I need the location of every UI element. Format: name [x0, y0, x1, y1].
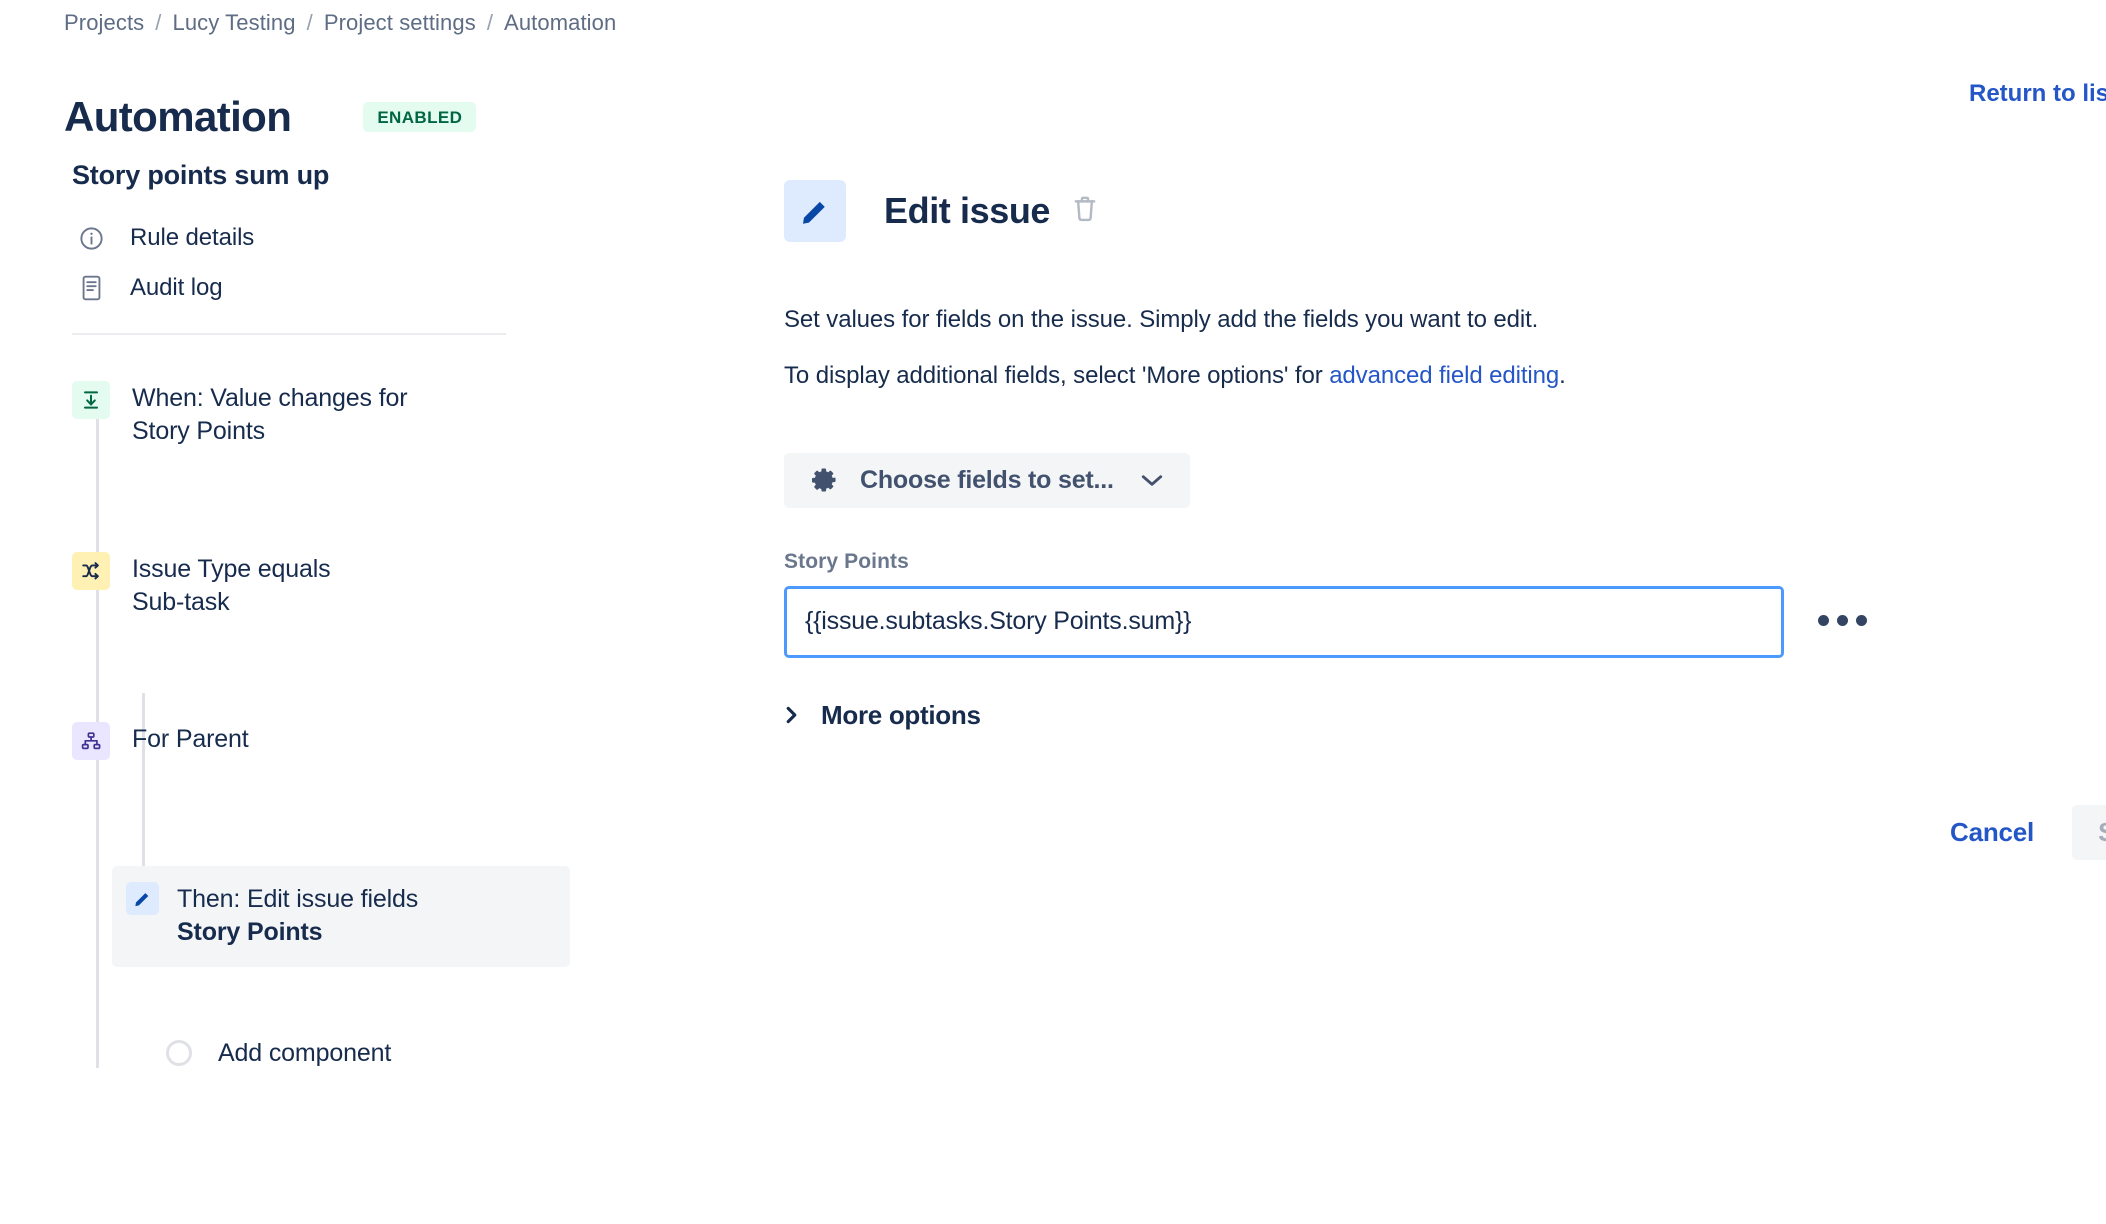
panel-description-prefix: To display additional fields, select 'Mo…	[784, 362, 1330, 390]
panel-action-buttons: Cancel Save	[1940, 805, 2106, 860]
rule-nav-list: Rule details Audit log	[72, 213, 664, 313]
panel-description-suffix: .	[1559, 362, 1566, 390]
breadcrumb-separator: /	[155, 10, 162, 35]
component-detail-panel: Edit issue Set values for fields on the …	[784, 160, 2106, 860]
return-to-list-link[interactable]: Return to list	[1969, 80, 2106, 108]
rule-sidebar: Story points sum up Rule details Audit l…	[64, 160, 664, 1068]
advanced-field-editing-link[interactable]: advanced field editing	[1329, 362, 1559, 389]
info-circle-icon	[72, 223, 110, 253]
sidebar-item-rule-details[interactable]: Rule details	[72, 213, 664, 263]
gear-icon	[810, 466, 838, 494]
hierarchy-branch-icon	[72, 722, 110, 760]
status-badge: ENABLED	[363, 102, 477, 133]
breadcrumb-item-automation: Automation	[504, 10, 617, 35]
tree-node-action-edit-issue-fields[interactable]: Then: Edit issue fields Story Points	[112, 866, 570, 967]
story-points-field-row	[784, 585, 2106, 658]
sidebar-item-audit-log[interactable]: Audit log	[72, 263, 664, 313]
tree-node-title: Issue Type equals	[132, 554, 331, 583]
breadcrumb-item-project[interactable]: Lucy Testing	[173, 10, 296, 36]
tree-node-condition[interactable]: Issue Type equals Sub-task	[64, 546, 664, 625]
breadcrumb: Projects / Lucy Testing / Project settin…	[64, 10, 616, 36]
tree-node-subtitle: Story Points	[132, 417, 265, 445]
field-overflow-menu-button[interactable]	[1808, 608, 1877, 635]
shuffle-arrows-icon	[72, 551, 110, 590]
breadcrumb-separator: /	[306, 10, 313, 35]
trash-icon	[1072, 195, 1098, 226]
cancel-button[interactable]: Cancel	[1940, 809, 2044, 856]
sidebar-divider	[72, 333, 506, 335]
more-options-label: More options	[821, 699, 981, 730]
panel-description-secondary: To display additional fields, select 'Mo…	[784, 360, 2106, 392]
tree-node-subtitle: Sub-task	[132, 587, 230, 616]
tree-node-trigger[interactable]: When: Value changes for Story Points	[64, 375, 664, 454]
rule-name: Story points sum up	[72, 160, 330, 190]
breadcrumb-item-projects[interactable]: Projects	[64, 10, 144, 36]
chevron-down-icon	[1140, 472, 1164, 488]
rule-tree: When: Value changes for Story Points Iss…	[64, 375, 664, 1068]
chevron-right-icon	[784, 704, 799, 726]
add-component-label: Add component	[218, 1038, 392, 1067]
delete-component-button[interactable]	[1072, 195, 1098, 226]
tree-node-branch[interactable]: For Parent	[64, 716, 664, 766]
sidebar-item-label: Audit log	[130, 274, 223, 301]
choose-fields-dropdown[interactable]: Choose fields to set...	[784, 452, 1190, 508]
story-points-input[interactable]	[784, 585, 1784, 658]
automation-rule-editor-page: Projects / Lucy Testing / Project settin…	[0, 0, 2106, 1224]
tree-node-title: For Parent	[132, 725, 249, 753]
tree-node-title: Then: Edit issue fields	[177, 885, 419, 913]
breadcrumb-item-project-settings[interactable]: Project settings	[324, 10, 476, 36]
panel-description-primary: Set values for fields on the issue. Simp…	[784, 305, 1539, 333]
pencil-icon	[784, 179, 846, 242]
empty-circle-icon	[166, 1040, 192, 1066]
value-changes-icon	[72, 381, 110, 419]
story-points-field-label: Story Points	[784, 549, 909, 573]
more-options-toggle[interactable]: More options	[784, 700, 981, 731]
save-button[interactable]: Save	[2072, 805, 2106, 860]
panel-header: Edit issue	[784, 160, 2106, 262]
choose-fields-label: Choose fields to set...	[860, 465, 1114, 494]
pencil-icon	[126, 882, 159, 915]
panel-title: Edit issue	[884, 189, 1051, 231]
tree-node-subtitle: Story Points	[177, 918, 323, 946]
sidebar-item-label: Rule details	[130, 224, 255, 251]
tree-branch-children: Then: Edit issue fields Story Points Add…	[112, 866, 664, 1068]
page-header: Automation ENABLED	[64, 68, 477, 166]
add-component-button[interactable]: Add component	[160, 1039, 664, 1068]
more-horizontal-icon	[1814, 614, 1871, 629]
document-lines-icon	[72, 273, 110, 303]
breadcrumb-separator: /	[486, 10, 494, 35]
tree-node-title: When: Value changes for	[132, 384, 408, 412]
page-title: Automation	[64, 93, 292, 141]
